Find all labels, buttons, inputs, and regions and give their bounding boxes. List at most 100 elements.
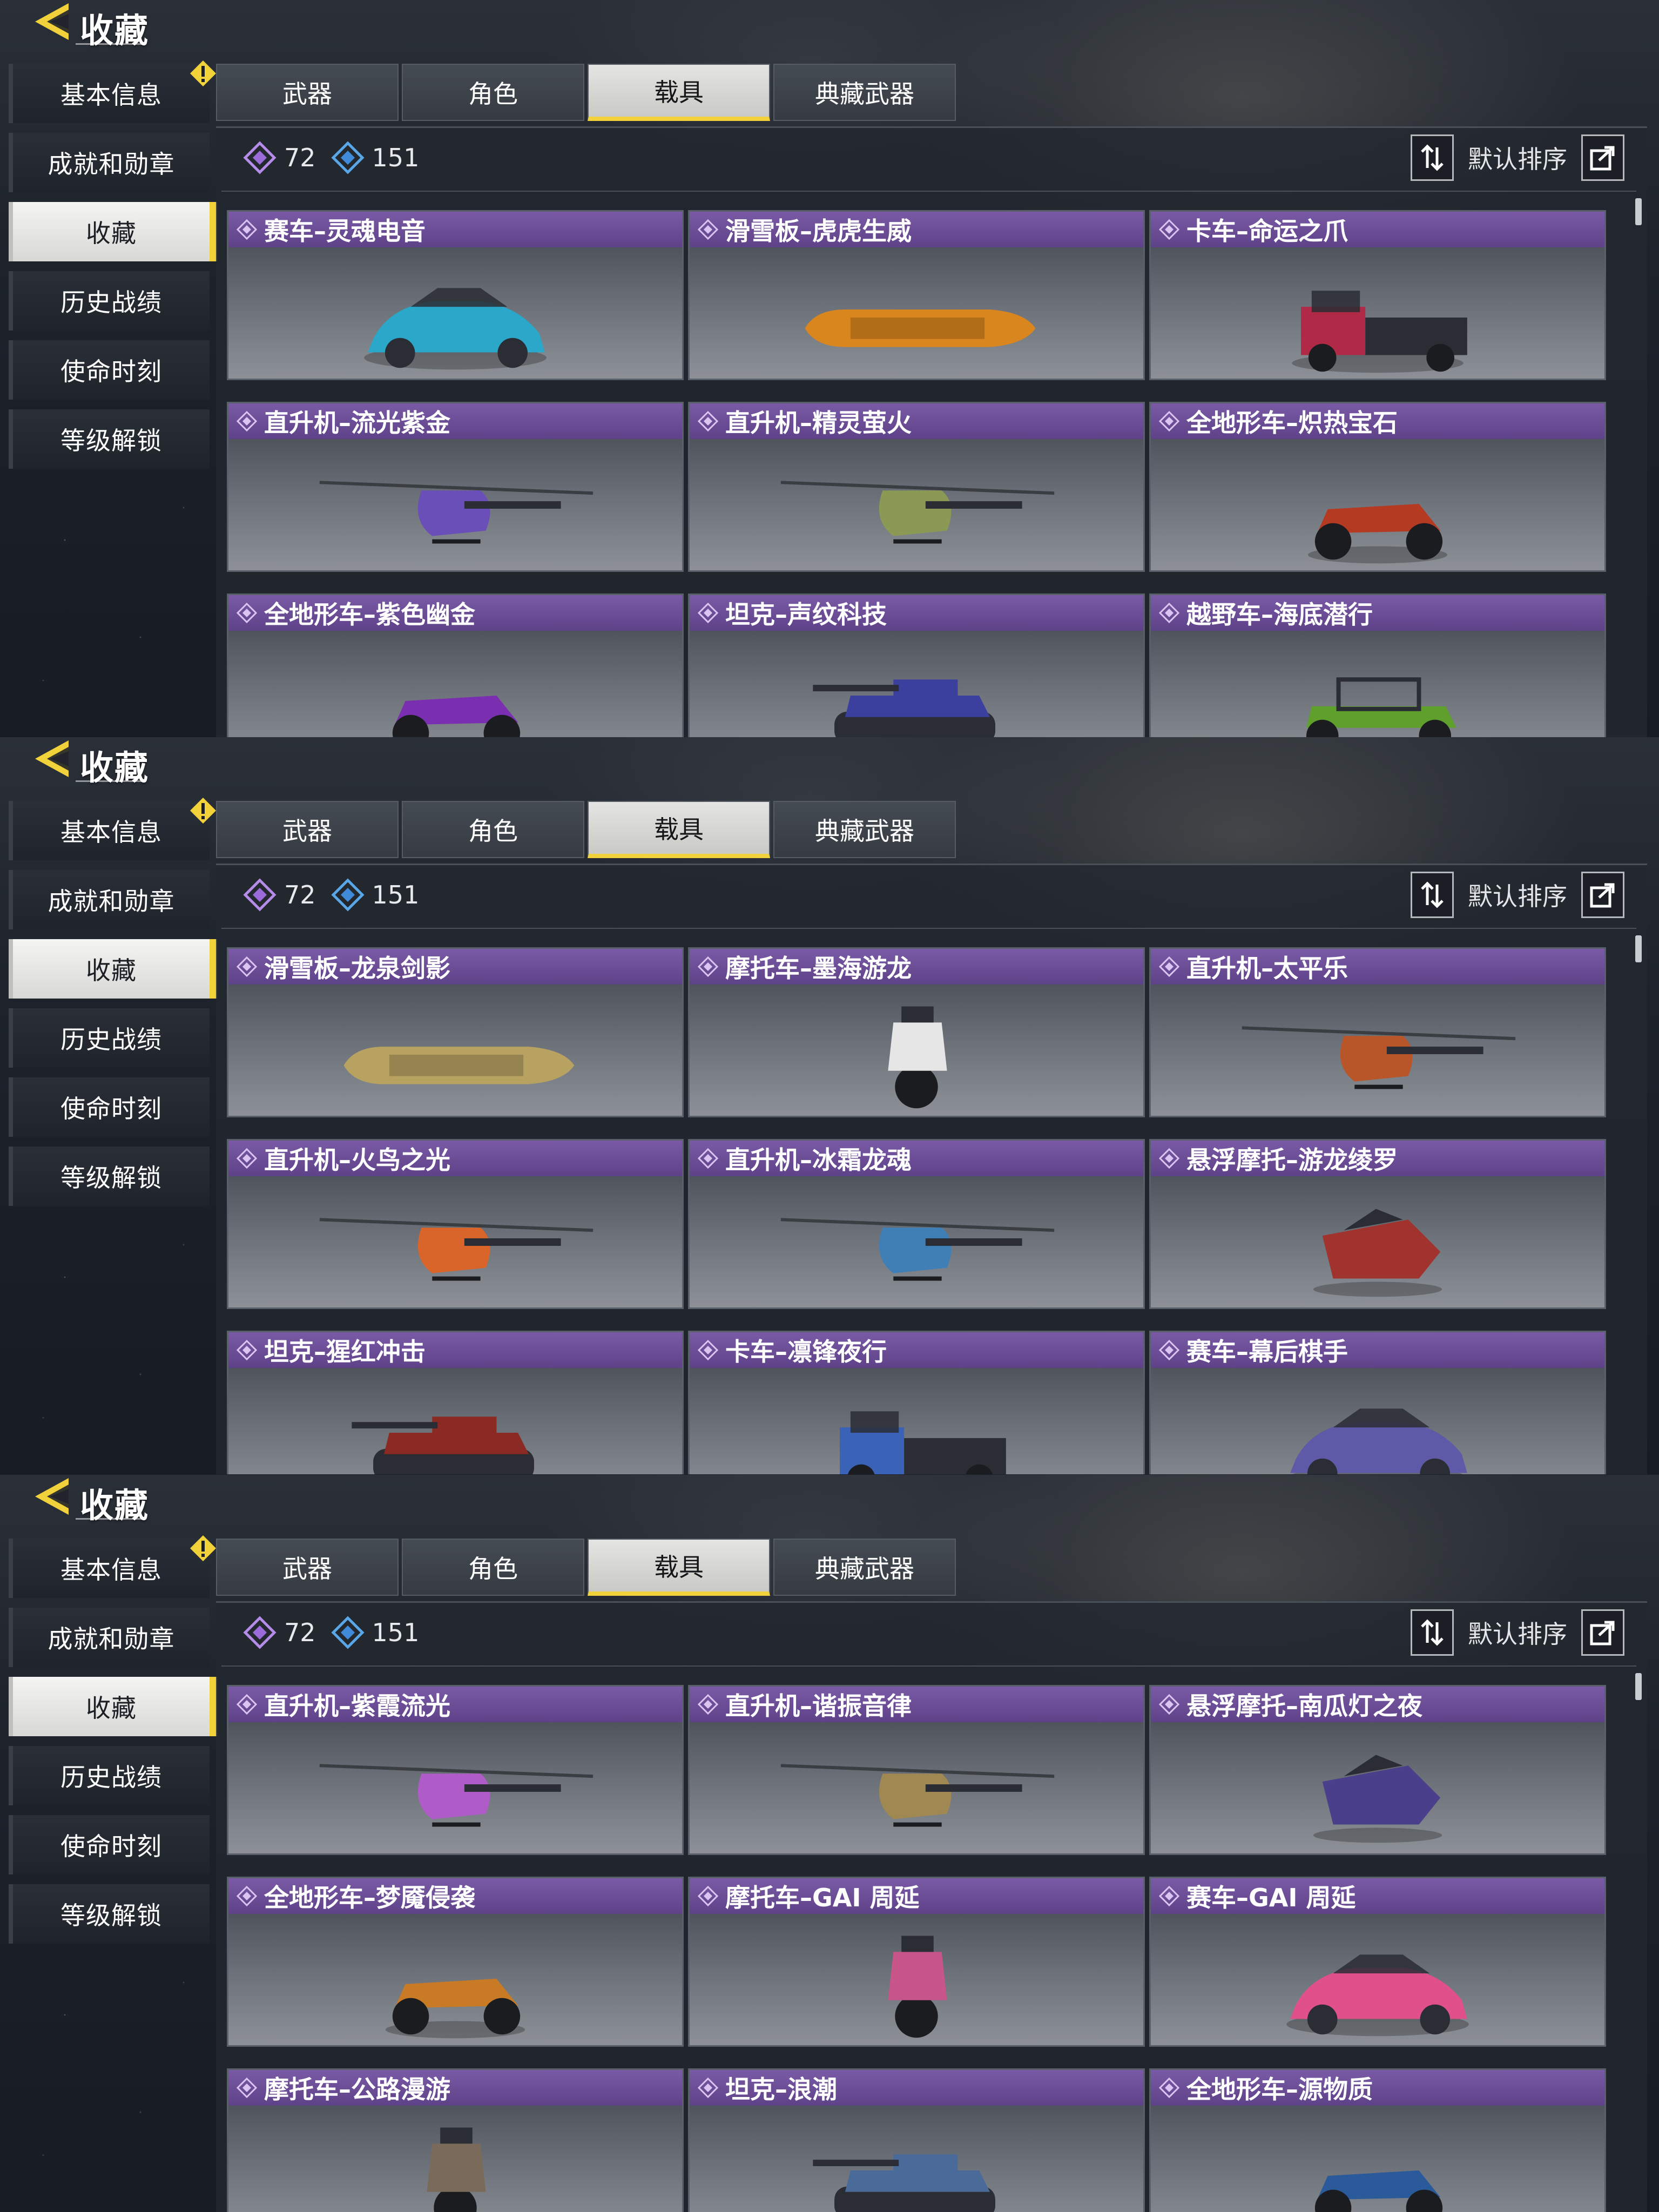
vehicle-card[interactable]: 全地形车–梦魇侵袭 [227,1877,684,2047]
sidebar-item[interactable]: 收藏 [9,939,217,999]
sidebar-item[interactable]: 历史战绩 [9,1008,210,1068]
vehicle-card[interactable]: 直升机–太平乐 [1149,947,1606,1117]
card-title: 越野车–海底潜行 [1186,600,1373,629]
sidebar-item[interactable]: 历史战绩 [9,1746,210,1805]
sidebar-item[interactable]: 基本信息 [9,798,216,860]
tab[interactable]: 武器 [216,1539,399,1596]
vehicle-card[interactable]: 直升机–火鸟之光 [227,1139,684,1309]
rarity-diamond-icon [697,1885,719,1907]
back-button[interactable] [28,0,77,43]
vehicle-card[interactable]: 直升机–精灵萤火 [688,402,1145,572]
vehicle-image [228,631,682,737]
vehicle-card[interactable]: 赛车–灵魂电音 [227,210,684,380]
sidebar-item-label: 使命时刻 [60,1094,162,1123]
vehicle-card[interactable]: 直升机–冰霜龙魂 [688,1139,1145,1309]
vehicle-card[interactable]: 卡车–凛锋夜行 [688,1331,1145,1474]
card-header: 全地形车–源物质 [1151,2070,1604,2106]
card-header: 赛车–幕后棋手 [1151,1332,1604,1368]
sidebar-item[interactable]: 成就和勋章 [9,870,210,929]
sidebar-item[interactable]: 等级解锁 [9,1884,210,1944]
vehicle-card[interactable]: 全地形车–炽热宝石 [1149,402,1606,572]
vehicle-card[interactable]: 悬浮摩托–游龙绫罗 [1149,1139,1606,1309]
sidebar-item[interactable]: 成就和勋章 [9,1608,210,1667]
truck-image [1292,291,1467,373]
vehicle-card[interactable]: 卡车–命运之爪 [1149,210,1606,380]
sidebar-item[interactable]: 历史战绩 [9,271,210,331]
card-title: 直升机–紫霞流光 [264,1691,450,1721]
vehicle-card[interactable]: 滑雪板–虎虎生威 [688,210,1145,380]
tab[interactable]: 典藏武器 [773,1539,956,1596]
share-icon [1590,146,1615,171]
card-title: 坦克–声纹科技 [725,600,887,629]
sidebar-item[interactable]: 使命时刻 [9,340,210,400]
sidebar-item[interactable]: 收藏 [9,202,217,261]
tab[interactable]: 典藏武器 [773,801,956,858]
sidebar-item[interactable]: 成就和勋章 [9,133,210,192]
tab[interactable]: 角色 [402,801,584,858]
content-panel: 72 151 默认排序 [216,864,1647,1474]
vehicle-card[interactable]: 全地形车–源物质 [1149,2068,1606,2212]
vehicle-card[interactable]: 赛车–幕后棋手 [1149,1331,1606,1474]
scrollbar[interactable] [1635,1673,1642,1700]
sort-toggle-button[interactable] [1411,134,1454,181]
sidebar-item[interactable]: 收藏 [9,1677,217,1736]
sidebar-item[interactable]: 基本信息 [9,1535,216,1598]
tab[interactable]: 角色 [402,64,584,121]
vehicle-image [1151,439,1604,570]
chevron-left-icon [35,1478,69,1515]
title-underline [76,43,146,45]
tab[interactable]: 载具 [588,1539,770,1596]
helicopter-image [780,1218,1055,1281]
helicopter-image [1242,1026,1516,1089]
sidebar-item[interactable]: 等级解锁 [9,409,210,469]
sidebar-item[interactable]: 等级解锁 [9,1147,210,1206]
tab[interactable]: 载具 [588,64,770,121]
vehicle-image [228,2106,682,2212]
scrollbar[interactable] [1635,935,1642,962]
vehicle-card[interactable]: 悬浮摩托–南瓜灯之夜 [1149,1685,1606,1855]
vehicle-card[interactable]: 全地形车–紫色幽金 [227,594,684,737]
tab[interactable]: 载具 [588,801,770,858]
rarity-diamond-icon [697,219,719,240]
share-button[interactable] [1581,134,1624,181]
card-title: 直升机–火鸟之光 [264,1145,450,1175]
helicopter-image [780,1764,1055,1827]
vehicle-card[interactable]: 赛车–GAI 周延 [1149,1877,1606,2047]
vehicle-card[interactable]: 坦克–猩红冲击 [227,1331,684,1474]
vehicle-card[interactable]: 直升机–紫霞流光 [227,1685,684,1855]
share-button[interactable] [1581,1609,1624,1656]
card-header: 赛车–灵魂电音 [228,212,682,247]
atv-image [1314,2170,1443,2212]
vehicle-card[interactable]: 直升机–流光紫金 [227,402,684,572]
vehicle-card[interactable]: 滑雪板–龙泉剑影 [227,947,684,1117]
sidebar-item-label: 收藏 [86,956,137,985]
vehicle-card[interactable]: 摩托车–墨海游龙 [688,947,1145,1117]
scrollbar[interactable] [1635,198,1642,225]
back-button[interactable] [28,737,77,780]
tab[interactable]: 角色 [402,1539,584,1596]
tab[interactable]: 武器 [216,64,399,121]
vehicle-card[interactable]: 坦克–浪潮 [688,2068,1145,2212]
sort-toggle-button[interactable] [1411,1609,1454,1656]
back-button[interactable] [28,1475,77,1518]
sidebar-item[interactable]: 基本信息 [9,60,216,123]
vehicle-card[interactable]: 直升机–谐振音律 [688,1685,1145,1855]
sort-label[interactable]: 默认排序 [1468,1615,1567,1650]
vehicle-image [1151,1368,1604,1474]
sort-toggle-button[interactable] [1411,872,1454,918]
vehicle-card[interactable]: 坦克–声纹科技 [688,594,1145,737]
tab[interactable]: 典藏武器 [773,64,956,121]
sort-label[interactable]: 默认排序 [1468,877,1567,913]
share-icon [1590,883,1615,908]
card-title: 直升机–冰霜龙魂 [725,1145,912,1175]
share-button[interactable] [1581,872,1624,918]
sort-label[interactable]: 默认排序 [1468,140,1567,176]
sidebar-item-label: 等级解锁 [60,1901,162,1930]
sidebar-item[interactable]: 使命时刻 [9,1077,210,1137]
vehicle-card[interactable]: 越野车–海底潜行 [1149,594,1606,737]
tab[interactable]: 武器 [216,801,399,858]
vehicle-card[interactable]: 摩托车–公路漫游 [227,2068,684,2212]
vehicle-card[interactable]: 摩托车–GAI 周延 [688,1877,1145,2047]
sidebar-item[interactable]: 使命时刻 [9,1815,210,1874]
card-title: 全地形车–紫色幽金 [264,600,475,629]
